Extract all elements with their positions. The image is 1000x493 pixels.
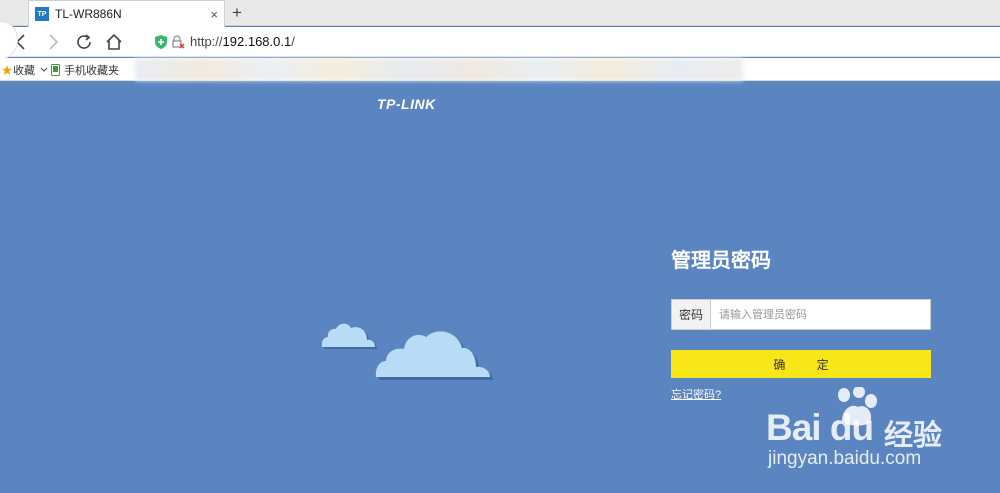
refresh-button[interactable] <box>73 31 95 53</box>
confirm-button[interactable]: 确 定 <box>671 350 931 378</box>
browser-tab[interactable]: TP TL-WR886N × <box>28 0 225 27</box>
url-prefix: http:// <box>190 34 223 49</box>
bookmarks-bar: 收藏 手机收藏夹 <box>0 58 1000 81</box>
bookmark-label: 手机收藏夹 <box>64 65 119 77</box>
tplink-favicon-icon: TP <box>35 7 49 21</box>
bookmark-mobile[interactable]: 手机收藏夹 <box>51 62 119 78</box>
new-tab-button[interactable]: + <box>232 3 242 23</box>
tab-strip: TP TL-WR886N × + <box>0 0 1000 27</box>
insecure-lock-icon[interactable] <box>171 35 185 49</box>
forgot-password-link[interactable]: 忘记密码? <box>671 386 721 402</box>
baidu-watermark: Bai du 经验 jingyan.baidu.com <box>766 385 996 485</box>
forward-arrow-icon <box>49 34 59 50</box>
password-label: 密码 <box>671 299 711 330</box>
refresh-icon <box>77 34 91 49</box>
baidu-logo: Bai du <box>766 407 874 448</box>
tab-close-icon[interactable]: × <box>210 7 218 22</box>
bookmark-label: 收藏 <box>13 65 35 77</box>
url-host: 192.168.0.1 <box>222 34 292 49</box>
password-input[interactable] <box>711 299 931 330</box>
tab-title: TL-WR886N <box>55 7 122 21</box>
star-icon <box>2 65 12 75</box>
page-title: 管理员密码 <box>671 250 771 272</box>
bookmark-favorites[interactable]: 收藏 <box>2 62 49 78</box>
small-cloud-icon <box>321 323 377 349</box>
address-bar[interactable]: http://192.168.0.1/ <box>190 34 295 49</box>
url-suffix: / <box>291 34 295 49</box>
home-button[interactable] <box>103 31 125 53</box>
security-shield-icon[interactable] <box>155 35 167 49</box>
large-cloud-icon <box>375 331 493 380</box>
forward-button[interactable] <box>42 31 64 53</box>
tplink-logo: TP-LINK <box>377 96 436 112</box>
blurred-bookmarks <box>135 58 743 81</box>
home-icon <box>106 33 122 50</box>
chevron-down-icon <box>40 67 48 72</box>
watermark-url: jingyan.baidu.com <box>768 448 922 469</box>
navigation-bar: http://192.168.0.1/ <box>0 27 1000 57</box>
phone-icon <box>51 64 60 76</box>
